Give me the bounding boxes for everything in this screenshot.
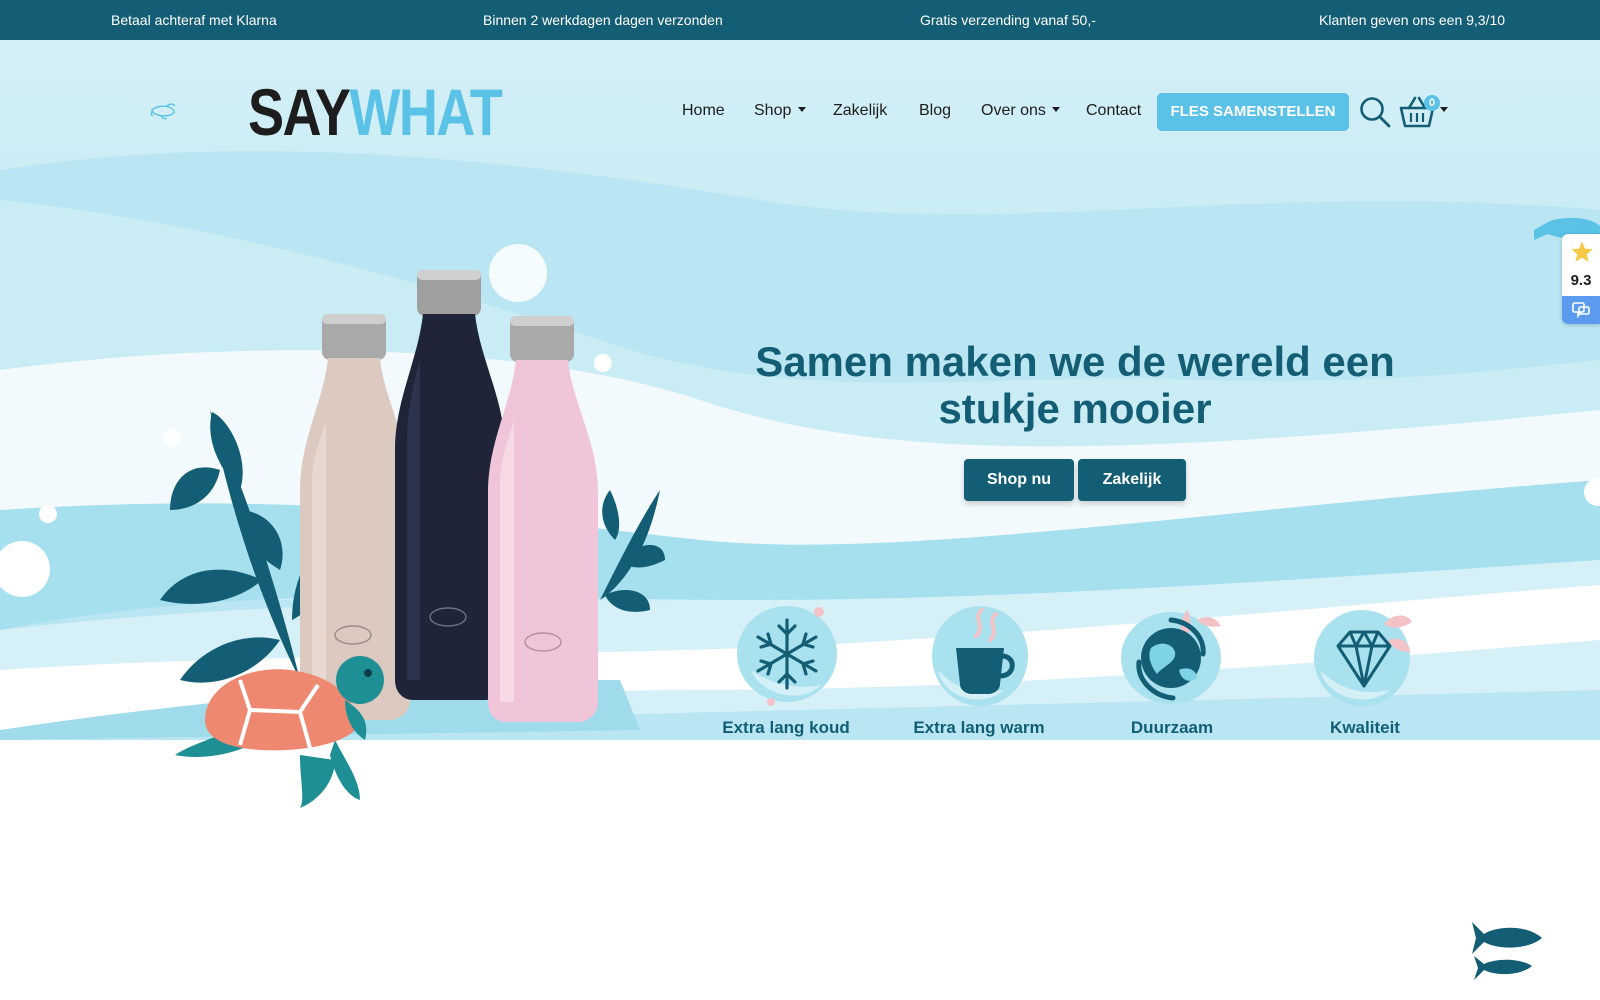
turtle-logo-icon[interactable] bbox=[150, 80, 242, 142]
snowflake-icon bbox=[737, 606, 837, 706]
nav-shop[interactable]: Shop bbox=[754, 102, 806, 120]
search-icon[interactable] bbox=[1358, 95, 1392, 129]
page: Betaal achteraf met Klarna Binnen 2 werk… bbox=[0, 0, 1600, 1000]
nav-home-label: Home bbox=[682, 102, 725, 119]
hero-background-waves bbox=[0, 40, 1600, 1000]
nav-over-ons-label: Over ons bbox=[981, 102, 1046, 119]
rating-score: 9.3 bbox=[1570, 272, 1592, 289]
feature-label: Duurzaam bbox=[1130, 718, 1214, 737]
earth-icon bbox=[1121, 610, 1221, 704]
nav-zakelijk[interactable]: Zakelijk bbox=[833, 102, 887, 120]
announcement-shipping-time: Binnen 2 werkdagen dagen verzonden bbox=[483, 12, 723, 28]
brand-say: SAY bbox=[248, 75, 351, 149]
feature-kwaliteit[interactable]: Kwaliteit bbox=[1280, 600, 1450, 738]
cup-icon bbox=[932, 606, 1028, 706]
chevron-down-icon[interactable] bbox=[1440, 107, 1448, 112]
nav-shop-label: Shop bbox=[754, 102, 792, 119]
chevron-down-icon bbox=[797, 107, 806, 112]
fles-samenstellen-button[interactable]: FLES SAMENSTELLEN bbox=[1157, 93, 1349, 131]
feature-label: Extra lang koud bbox=[722, 718, 850, 737]
announcement-bar: Betaal achteraf met Klarna Binnen 2 werk… bbox=[0, 0, 1600, 40]
cart-count-badge: 0 bbox=[1424, 95, 1440, 111]
nav-blog-label: Blog bbox=[919, 102, 952, 119]
feature-label: Kwaliteit bbox=[1330, 718, 1400, 737]
nav-over-ons[interactable]: Over ons bbox=[981, 102, 1061, 120]
nav-home[interactable]: Home bbox=[682, 102, 725, 120]
nav-blog[interactable]: Blog bbox=[919, 102, 951, 120]
rating-footer bbox=[1562, 296, 1600, 324]
nav-contact[interactable]: Contact bbox=[1086, 102, 1141, 120]
announcement-free-shipping: Gratis verzending vanaf 50,- bbox=[920, 12, 1096, 28]
feature-extra-lang-warm[interactable]: Extra lang warm bbox=[894, 600, 1064, 738]
fish-decoration-icon bbox=[1472, 922, 1542, 980]
nav-zakelijk-label: Zakelijk bbox=[833, 102, 888, 119]
nav-contact-label: Contact bbox=[1086, 102, 1142, 119]
announcement-rating: Klanten geven ons een 9,3/10 bbox=[1319, 12, 1506, 28]
chat-bubble-icon bbox=[1572, 302, 1590, 318]
chevron-down-icon bbox=[1052, 107, 1061, 112]
shop-nu-button[interactable]: Shop nu bbox=[964, 459, 1074, 501]
diamond-icon bbox=[1314, 610, 1412, 706]
announcement-klarna: Betaal achteraf met Klarna bbox=[111, 12, 277, 28]
hero-title: Samen maken we de wereld een stukje mooi… bbox=[755, 338, 1395, 432]
feature-duurzaam[interactable]: Duurzaam bbox=[1087, 600, 1257, 738]
brand-what: WHAT bbox=[349, 75, 502, 149]
feature-label: Extra lang warm bbox=[913, 718, 1045, 737]
feature-extra-lang-koud[interactable]: Extra lang koud bbox=[701, 600, 871, 738]
star-icon bbox=[1571, 241, 1593, 262]
brand-logo[interactable]: SAYWHAT bbox=[248, 75, 503, 149]
zakelijk-button[interactable]: Zakelijk bbox=[1078, 459, 1186, 501]
rating-widget[interactable]: 9.3 bbox=[1562, 234, 1600, 324]
